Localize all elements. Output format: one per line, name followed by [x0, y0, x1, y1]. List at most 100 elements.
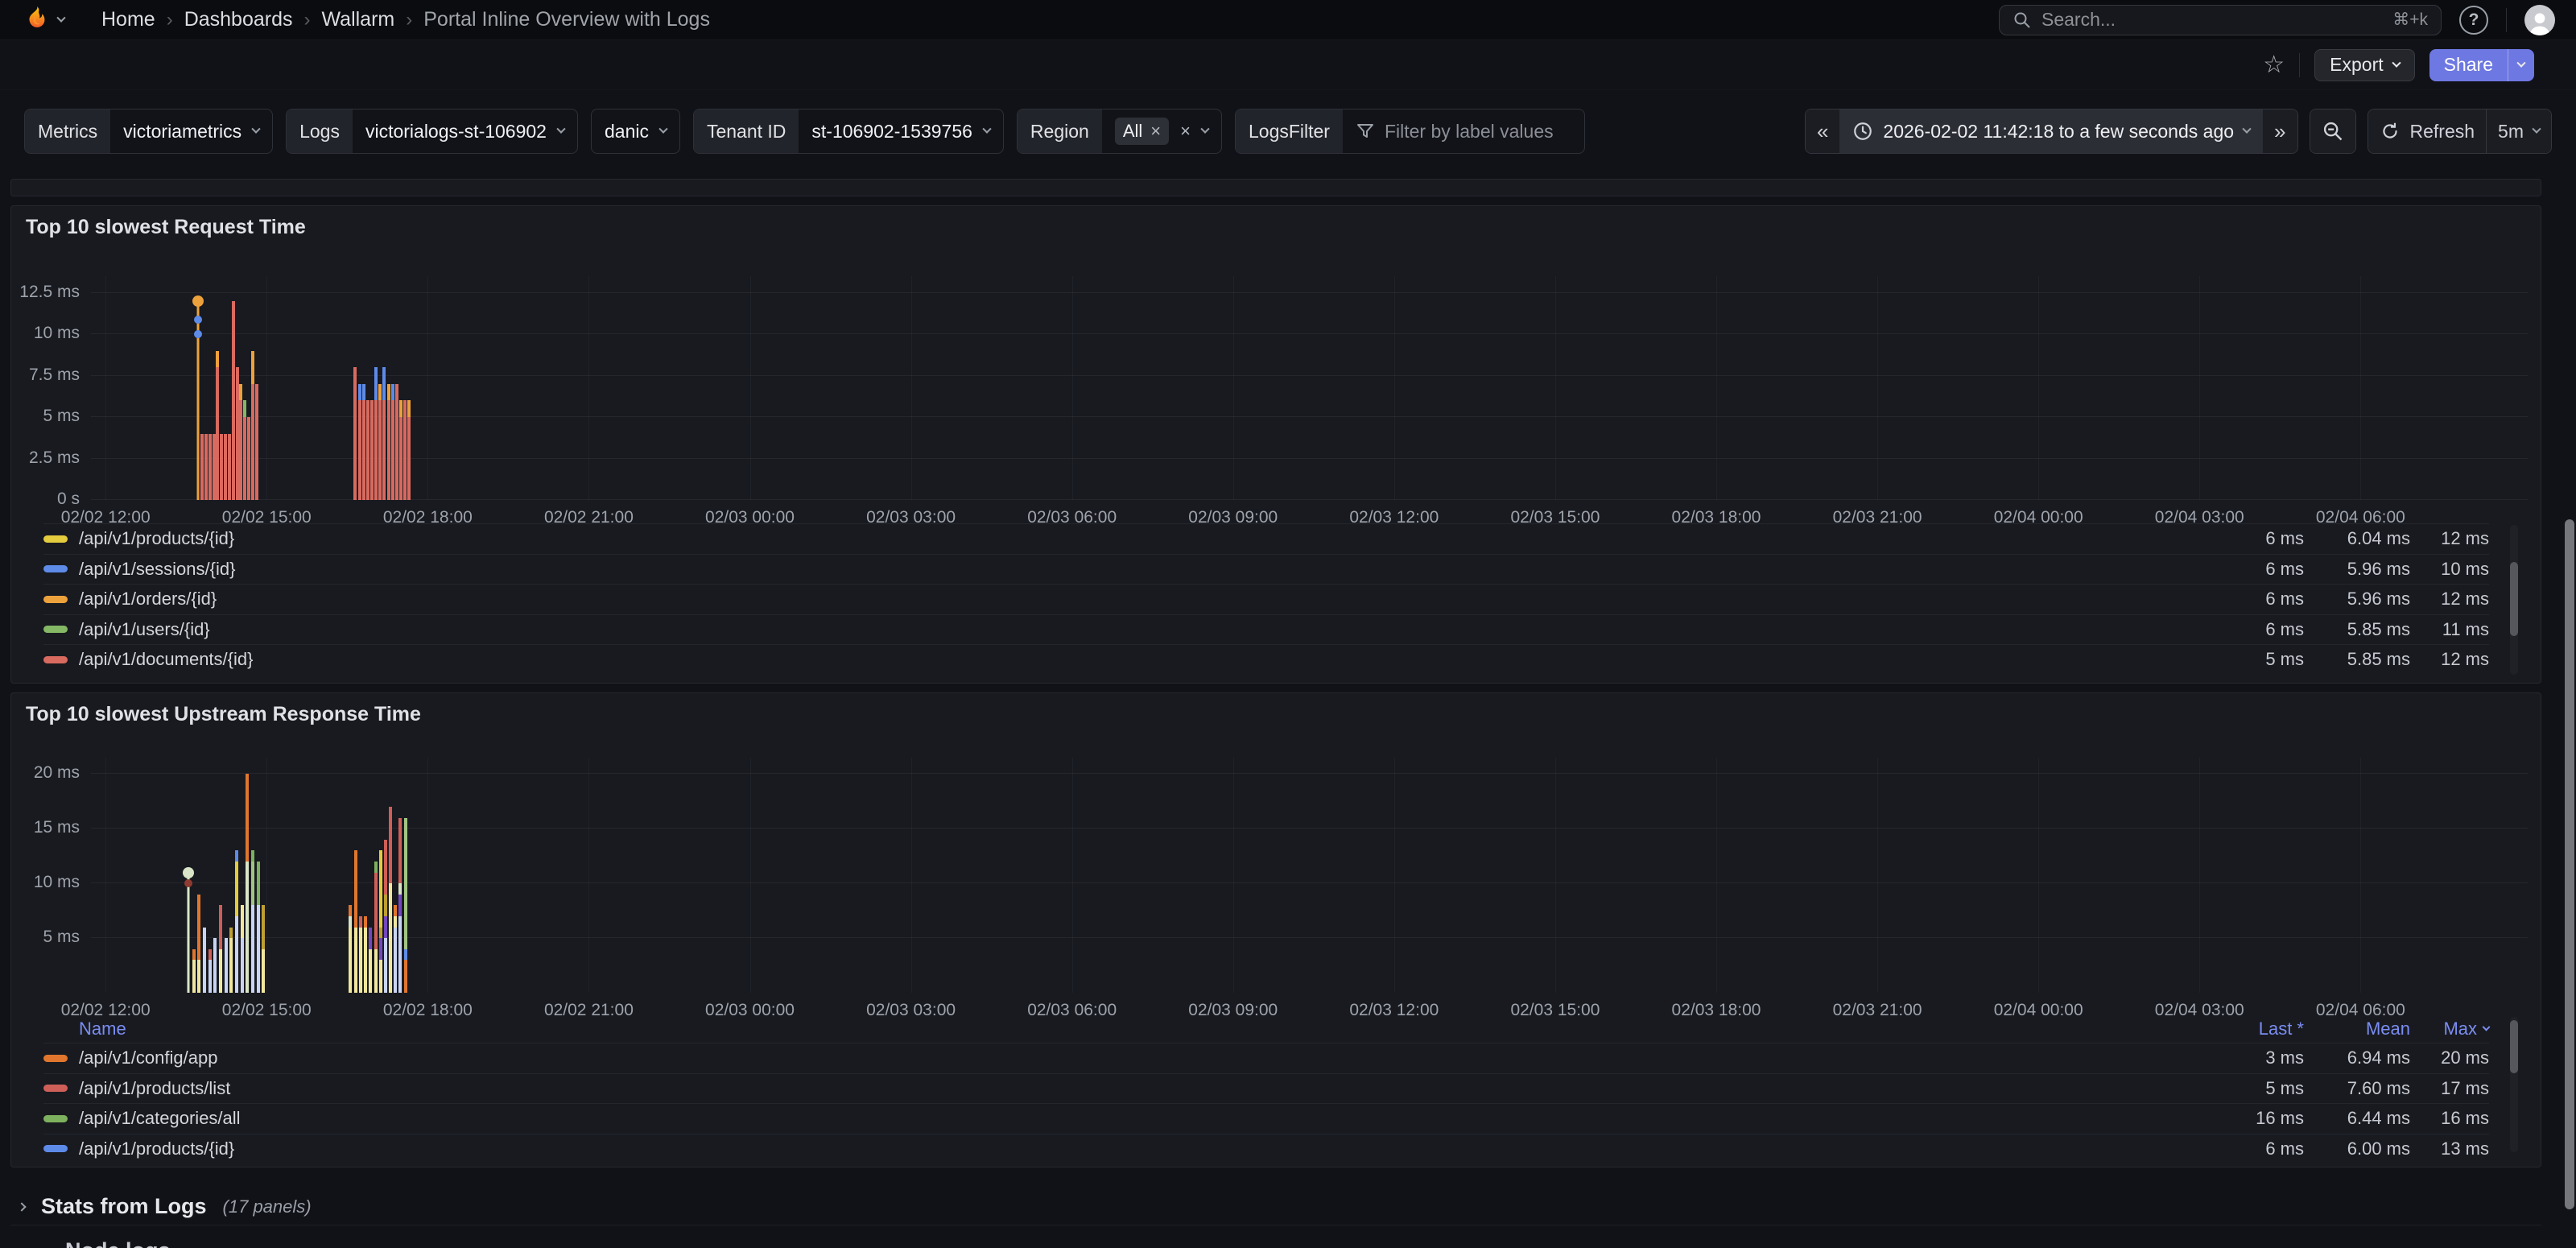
- legend-series-name[interactable]: /api/v1/users/{id}: [79, 619, 2191, 640]
- region-selected-chip[interactable]: All ×: [1115, 118, 1169, 145]
- legend-value-last: 5 ms: [2191, 1078, 2304, 1099]
- variable-metrics-value[interactable]: victoriametrics: [110, 110, 272, 153]
- time-shift-back-button[interactable]: «: [1806, 110, 1839, 153]
- row-node-logs-clipped[interactable]: Node logs: [10, 1238, 2541, 1248]
- timeseries-chart[interactable]: 20 ms15 ms10 ms5 ms02/02 12:0002/02 15:0…: [91, 758, 2528, 993]
- bar-segment: [213, 434, 216, 500]
- plot-area[interactable]: 12.5 ms10 ms7.5 ms5 ms2.5 ms0 s02/02 12:…: [91, 276, 2528, 500]
- legend-value-max: 12 ms: [2410, 589, 2489, 610]
- breadcrumb-home[interactable]: Home: [101, 8, 155, 31]
- plot-area[interactable]: 20 ms15 ms10 ms5 ms02/02 12:0002/02 15:0…: [91, 758, 2528, 993]
- legend-series-name[interactable]: /api/v1/config/app: [79, 1048, 2191, 1068]
- bar-segment: [398, 883, 402, 895]
- legend-value-last: 6 ms: [2191, 589, 2304, 610]
- export-chevron-down-icon: [2392, 58, 2401, 67]
- legend-series-name[interactable]: /api/v1/products/{id}: [79, 1138, 2191, 1159]
- variable-tenant-id-value[interactable]: st-106902-1539756: [799, 110, 1003, 153]
- breadcrumb: Home › Dashboards › Wallarm › Portal Inl…: [101, 8, 710, 31]
- legend-sort-max[interactable]: Max: [2410, 1019, 2489, 1039]
- legend-series-name[interactable]: /api/v1/products/list: [79, 1078, 2191, 1099]
- legend-table: /api/v1/products/{id}6 ms6.04 ms12 ms/ap…: [43, 523, 2489, 675]
- chevron-down-icon: [658, 125, 667, 134]
- search-input[interactable]: Search... ⌘+k: [1999, 5, 2442, 35]
- legend-scrollbar[interactable]: [2510, 1017, 2518, 1152]
- bar-segment: [399, 417, 402, 500]
- panel-request-time: Top 10 slowest Request Time 12.5 ms10 ms…: [10, 205, 2541, 684]
- bar: [204, 434, 208, 500]
- time-shift-forward-button[interactable]: »: [2263, 110, 2297, 153]
- legend-sort-name[interactable]: Name: [79, 1019, 2191, 1039]
- legend-series-swatch: [43, 1145, 68, 1152]
- dashboard-toolbar: Metrics victoriametrics Logs victorialog…: [0, 108, 2576, 155]
- legend-value-last: 3 ms: [2191, 1048, 2304, 1068]
- variable-danic-value[interactable]: danic: [592, 110, 679, 153]
- bar-segment: [216, 351, 219, 368]
- legend-row[interactable]: /api/v1/sessions/{id}6 ms5.96 ms10 ms: [43, 554, 2489, 585]
- chevron-down-icon: [982, 125, 991, 134]
- user-avatar[interactable]: [2524, 5, 2555, 35]
- legend-value-last: 16 ms: [2191, 1108, 2304, 1129]
- export-button[interactable]: Export: [2314, 49, 2414, 81]
- legend-row[interactable]: /api/v1/products/{id}6 ms6.00 ms13 ms: [43, 1134, 2489, 1164]
- help-icon[interactable]: ?: [2459, 6, 2488, 35]
- time-zoom-out-button[interactable]: [2310, 110, 2355, 153]
- bar: [395, 384, 398, 500]
- y-tick-label: 7.5 ms: [0, 366, 80, 385]
- legend-row[interactable]: /api/v1/products/list5 ms7.60 ms17 ms: [43, 1073, 2489, 1104]
- timeseries-chart[interactable]: 12.5 ms10 ms7.5 ms5 ms2.5 ms0 s02/02 12:…: [91, 276, 2528, 500]
- grafana-logo-menu[interactable]: [21, 5, 64, 35]
- legend-series-swatch: [43, 565, 68, 572]
- share-menu-button[interactable]: [2508, 49, 2534, 81]
- legend-row[interactable]: /api/v1/users/{id}6 ms5.85 ms11 ms: [43, 614, 2489, 645]
- bar-segment: [225, 938, 228, 993]
- bar: [362, 384, 365, 500]
- bar-segment: [220, 434, 223, 500]
- legend-row[interactable]: /api/v1/documents/{id}5 ms5.85 ms12 ms: [43, 644, 2489, 675]
- bar-segment: [204, 434, 208, 500]
- bar-segment: [251, 862, 254, 905]
- share-button[interactable]: Share: [2429, 49, 2508, 81]
- breadcrumb-dashboards[interactable]: Dashboards: [184, 8, 293, 31]
- legend-sort-mean[interactable]: Mean: [2304, 1019, 2410, 1039]
- legend-row[interactable]: /api/v1/categories/all16 ms6.44 ms16 ms: [43, 1103, 2489, 1134]
- legend-row[interactable]: /api/v1/products/{id}6 ms6.04 ms12 ms: [43, 523, 2489, 554]
- legend-value-mean: 7.60 ms: [2304, 1078, 2410, 1099]
- variable-logs-value[interactable]: victorialogs-st-106902: [353, 110, 577, 153]
- row-stats-from-logs[interactable]: Stats from Logs (17 panels): [10, 1188, 2541, 1225]
- favorite-star-icon[interactable]: ☆: [2263, 53, 2285, 77]
- legend-series-name[interactable]: /api/v1/documents/{id}: [79, 649, 2191, 670]
- bar-segment: [398, 818, 402, 883]
- refresh-interval-picker[interactable]: 5m: [2486, 110, 2551, 153]
- legend-series-name[interactable]: /api/v1/sessions/{id}: [79, 559, 2191, 580]
- refresh-button[interactable]: Refresh: [2368, 110, 2487, 153]
- legend-scrollbar[interactable]: [2510, 525, 2518, 675]
- panel-title[interactable]: Top 10 slowest Request Time: [26, 216, 306, 239]
- legend-series-swatch: [43, 535, 68, 543]
- bar: [251, 351, 254, 500]
- bar-segment: [208, 434, 212, 500]
- y-tick-label: 10 ms: [0, 873, 80, 892]
- panel-title[interactable]: Top 10 slowest Upstream Response Time: [26, 703, 421, 726]
- legend-scrollbar-thumb[interactable]: [2510, 562, 2518, 636]
- legend-series-swatch: [43, 596, 68, 603]
- legend-scrollbar-thumb[interactable]: [2510, 1020, 2518, 1073]
- breadcrumb-folder-wallarm[interactable]: Wallarm: [322, 8, 395, 31]
- page-scrollbar-thumb[interactable]: [2565, 519, 2574, 1209]
- legend-series-name[interactable]: /api/v1/products/{id}: [79, 528, 2191, 549]
- legend-row[interactable]: /api/v1/orders/{id}6 ms5.96 ms12 ms: [43, 584, 2489, 614]
- bar-segment: [407, 400, 411, 417]
- legend-sort-last[interactable]: Last *: [2191, 1019, 2304, 1039]
- clear-all-icon[interactable]: ×: [1180, 122, 1191, 140]
- remove-chip-icon[interactable]: ×: [1150, 122, 1161, 140]
- logsfilter-input[interactable]: Filter by label values: [1343, 110, 1584, 153]
- bar-segment: [349, 916, 352, 928]
- grid-line-vertical: [588, 758, 589, 993]
- legend-row[interactable]: /api/v1/config/app3 ms6.94 ms20 ms: [43, 1043, 2489, 1073]
- refresh-label: Refresh: [2410, 121, 2475, 143]
- bar-segment: [384, 840, 387, 895]
- variable-region-value[interactable]: All × ×: [1102, 110, 1221, 153]
- y-tick-label: 10 ms: [0, 324, 80, 343]
- time-range-picker[interactable]: 2026-02-02 11:42:18 to a few seconds ago: [1839, 110, 2263, 153]
- legend-series-name[interactable]: /api/v1/categories/all: [79, 1108, 2191, 1129]
- legend-series-name[interactable]: /api/v1/orders/{id}: [79, 589, 2191, 610]
